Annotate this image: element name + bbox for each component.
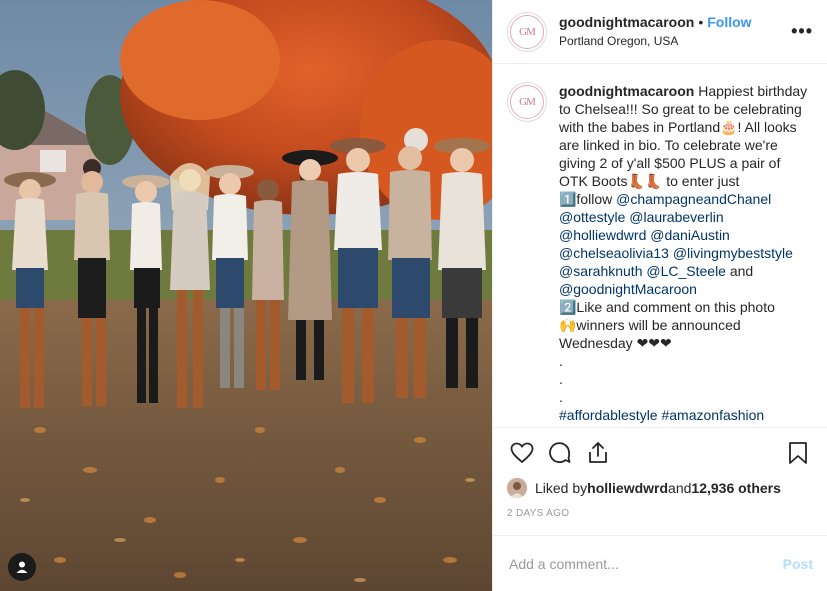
caption-avatar[interactable]: GM xyxy=(507,82,547,122)
mention-link[interactable]: @champagneandChanel xyxy=(616,191,771,207)
comments-section: GM goodnightmacaroon Happiest birthday t… xyxy=(493,64,827,427)
caption-step2: 2️⃣Like and comment on this photo xyxy=(559,299,775,315)
follow-button[interactable]: Follow xyxy=(707,14,751,30)
likes-count[interactable]: 12,936 others xyxy=(691,480,781,496)
likes-prefix: Liked by xyxy=(535,480,588,496)
caption-text: Happiest birthday to Chelsea!!! So great… xyxy=(559,83,808,207)
photo-illustration xyxy=(0,0,492,591)
post-timestamp[interactable]: 2 DAYS AGO xyxy=(507,508,813,519)
mention-link[interactable]: @holliewdwrd xyxy=(559,227,646,243)
liker-username[interactable]: holliewdwrd xyxy=(587,480,668,496)
mention-link[interactable]: @daniAustin xyxy=(650,227,730,243)
bookmark-icon[interactable] xyxy=(783,439,813,467)
post-button[interactable]: Post xyxy=(783,556,813,572)
caption-dots: . . . xyxy=(559,353,563,405)
mention-link[interactable]: @livingmybeststyle xyxy=(673,245,793,261)
header-username[interactable]: goodnightmacaroon xyxy=(559,14,694,30)
hashtag-link[interactable]: #amazonfashion xyxy=(661,407,764,423)
post-header: GM goodnightmacaroon • Follow Portland Ore… xyxy=(493,0,827,64)
caption-and: and xyxy=(725,263,754,279)
mention-link[interactable]: @goodnightMacaroon xyxy=(559,281,697,297)
mention-link[interactable]: @chelseaolivia13 xyxy=(559,245,669,261)
post-sidebar: GM goodnightmacaroon • Follow Portland Ore… xyxy=(492,0,827,591)
header-top-line: goodnightmacaroon • Follow xyxy=(559,14,785,31)
comment-input[interactable] xyxy=(507,554,783,573)
user-tag-icon[interactable] xyxy=(8,553,36,581)
caption-winners: 🙌winners will be announced Wednesday ❤❤❤ xyxy=(559,317,745,351)
mention-link[interactable]: @sarahknuth xyxy=(559,263,642,279)
mention-link[interactable]: @ottestyle xyxy=(559,209,625,225)
avatar-initials: GM xyxy=(510,14,544,49)
post-location[interactable]: Portland Oregon, USA xyxy=(559,33,785,49)
comment-icon[interactable] xyxy=(545,439,575,467)
profile-avatar[interactable]: GM xyxy=(507,11,547,52)
more-options-icon[interactable]: ••• xyxy=(785,21,813,42)
caption-username[interactable]: goodnightmacaroon xyxy=(559,83,694,99)
header-separator: • xyxy=(698,14,704,30)
share-icon[interactable] xyxy=(583,439,613,467)
mention-link[interactable]: @laurabeverlin xyxy=(629,209,723,225)
instagram-post: GM goodnightmacaroon • Follow Portland Ore… xyxy=(0,0,827,591)
likes-middle: and xyxy=(668,480,692,496)
header-text: goodnightmacaroon • Follow Portland Oregon… xyxy=(559,14,785,49)
post-caption: goodnightmacaroon Happiest birthday to C… xyxy=(559,82,813,423)
post-actions: Liked by holliewdwrd and 12,936 others 2… xyxy=(493,427,827,519)
mention-link[interactable]: @LC_Steele xyxy=(646,263,726,279)
action-icons xyxy=(507,438,813,468)
hashtag-link[interactable]: #affordablestyle xyxy=(559,407,658,423)
heart-icon[interactable] xyxy=(507,439,537,467)
liker-avatar[interactable] xyxy=(507,478,527,498)
caption-avatar-initials: GM xyxy=(510,85,544,119)
post-photo[interactable] xyxy=(0,0,492,591)
comment-box: Post xyxy=(493,535,827,591)
likes-line: Liked by holliewdwrd and 12,936 others xyxy=(507,476,813,500)
